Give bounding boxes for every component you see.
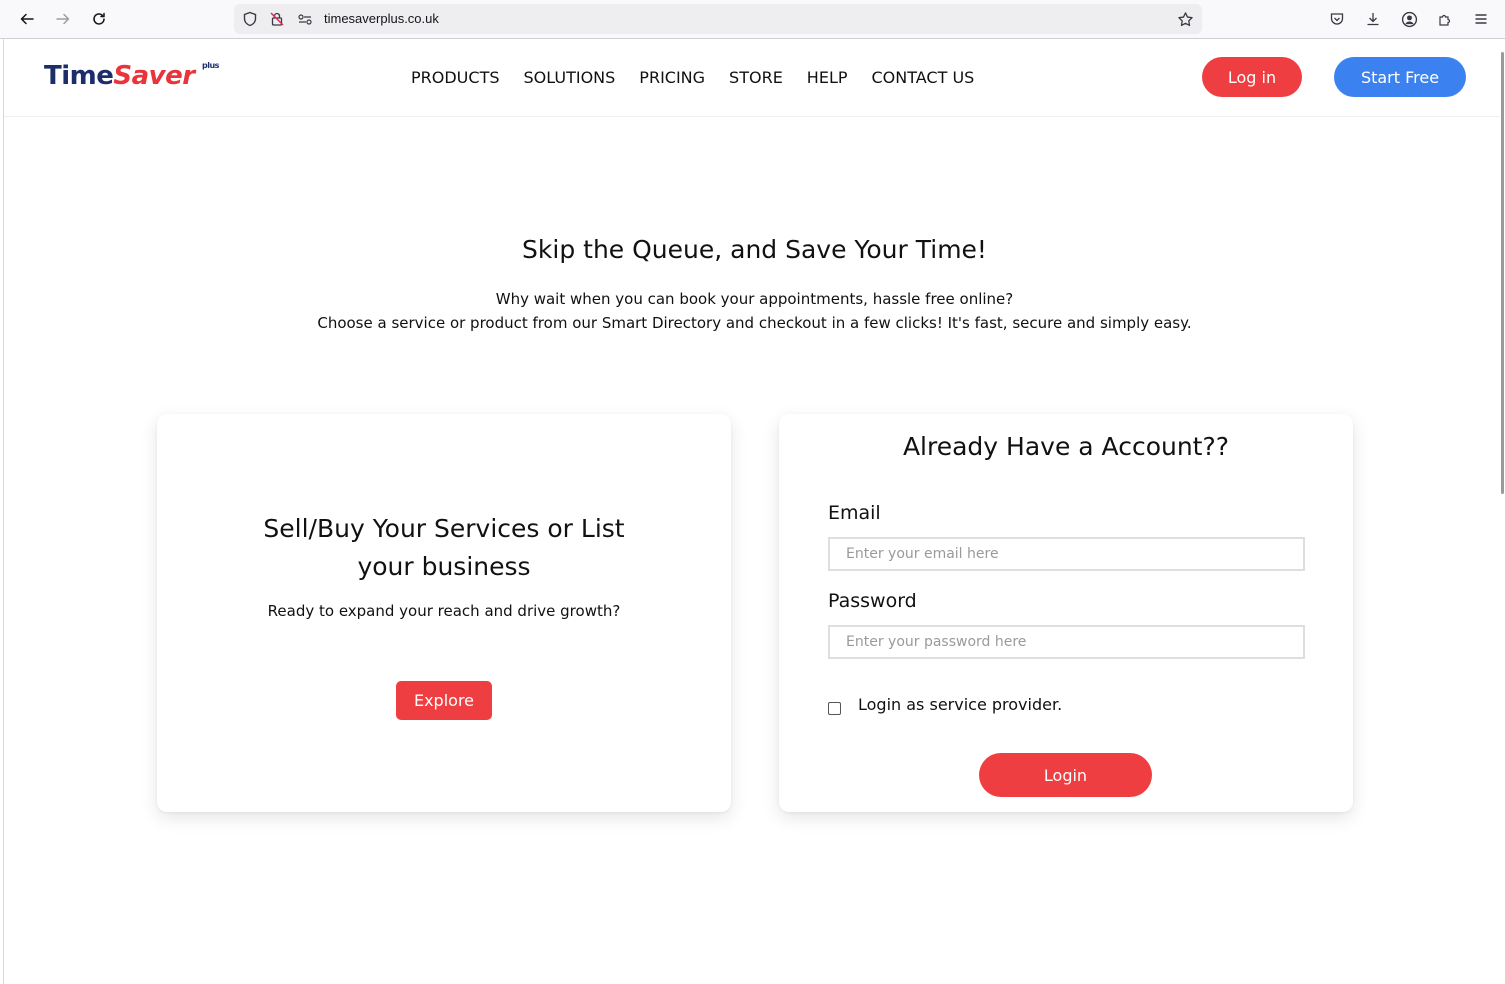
service-provider-label[interactable]: Login as service provider. [858, 695, 1062, 714]
timesaver-logo[interactable]: TimeSaver plus [44, 61, 219, 91]
nav-help[interactable]: HELP [807, 68, 848, 87]
login-button[interactable]: Login [979, 753, 1152, 797]
nav-contact-us[interactable]: CONTACT US [872, 68, 975, 87]
connection-not-secure-icon[interactable] [268, 10, 286, 28]
nav-products[interactable]: PRODUCTS [411, 68, 500, 87]
address-bar[interactable]: timesaverplus.co.uk [234, 4, 1202, 34]
sell-card-subtitle: Ready to expand your reach and drive gro… [267, 602, 621, 620]
browser-toolbar: timesaverplus.co.uk [0, 0, 1505, 39]
explore-button[interactable]: Explore [396, 681, 492, 720]
scrollbar-thumb[interactable] [1501, 52, 1504, 494]
nav-solutions[interactable]: SOLUTIONS [524, 68, 616, 87]
login-card: Already Have a Account?? Email Password … [779, 414, 1353, 812]
account-icon[interactable] [1398, 8, 1420, 30]
bookmark-star-icon[interactable] [1176, 10, 1194, 28]
hero-title: Skip the Queue, and Save Your Time! [522, 235, 987, 264]
hero-subtitle: Why wait when you can book your appointm… [4, 287, 1505, 335]
login-card-title: Already Have a Account?? [902, 432, 1230, 461]
sell-card-title-line-2: your business [357, 552, 531, 581]
email-label: Email [828, 502, 881, 524]
web-page: TimeSaver plus PRODUCTS SOLUTIONS PRICIN… [3, 39, 1501, 984]
nav-pricing[interactable]: PRICING [639, 68, 705, 87]
hero-line-1: Why wait when you can book your appointm… [495, 290, 1014, 308]
header-login-button[interactable]: Log in [1202, 57, 1302, 97]
nav-store[interactable]: STORE [729, 68, 783, 87]
logo-saver-text: Saver [113, 61, 195, 91]
hero-line-2: Choose a service or product from our Sma… [317, 314, 1192, 332]
pocket-icon[interactable] [1326, 8, 1348, 30]
shield-icon[interactable] [241, 10, 259, 28]
logo-plus-text: plus [202, 61, 219, 70]
service-provider-checkbox[interactable] [828, 702, 841, 715]
menu-hamburger-icon[interactable] [1470, 8, 1492, 30]
email-field[interactable] [828, 537, 1305, 571]
back-arrow-icon[interactable] [16, 8, 38, 30]
password-label: Password [828, 590, 917, 612]
password-field[interactable] [828, 625, 1305, 659]
sell-card-title: Sell/Buy Your Services or List your busi… [197, 510, 691, 586]
sell-card-title-line-1: Sell/Buy Your Services or List [263, 514, 625, 543]
start-free-button[interactable]: Start Free [1334, 57, 1466, 97]
reload-icon[interactable] [88, 8, 110, 30]
sell-buy-card: Sell/Buy Your Services or List your busi… [157, 414, 731, 812]
url-text[interactable]: timesaverplus.co.uk [324, 11, 439, 26]
site-header: TimeSaver plus PRODUCTS SOLUTIONS PRICIN… [4, 39, 1501, 117]
permissions-icon[interactable] [296, 10, 314, 28]
extensions-icon[interactable] [1434, 8, 1456, 30]
logo-time-text: Time [44, 61, 114, 91]
main-nav: PRODUCTS SOLUTIONS PRICING STORE HELP CO… [411, 68, 974, 87]
forward-arrow-icon[interactable] [52, 8, 74, 30]
downloads-icon[interactable] [1362, 8, 1384, 30]
